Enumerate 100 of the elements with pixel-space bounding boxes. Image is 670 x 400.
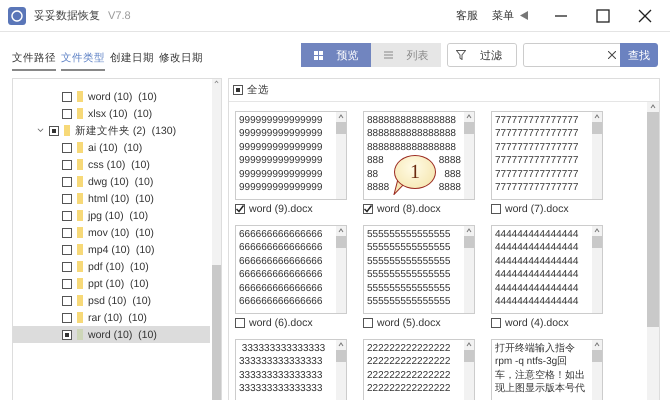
menu-link[interactable]: 菜单 — [492, 8, 514, 23]
checkbox[interactable] — [235, 318, 245, 328]
file-name[interactable]: word (7).docx — [505, 203, 569, 215]
checkbox[interactable] — [363, 318, 373, 328]
clear-icon[interactable] — [608, 51, 616, 59]
scrollbar[interactable] — [212, 79, 221, 400]
scrollbar[interactable] — [336, 340, 346, 400]
scrollbar-thumb[interactable] — [336, 350, 346, 362]
preview-text: 666666666666666 — [239, 295, 322, 308]
tree-label: word (10) (10) — [88, 328, 157, 340]
scrollbar[interactable] — [647, 102, 659, 400]
filter-tab[interactable]: 文件路径 — [12, 39, 56, 71]
tree-item[interactable]: mp4 (10) (10) — [13, 241, 210, 258]
preview-text: 777777777777777 — [495, 154, 578, 168]
scrollbar[interactable] — [464, 226, 474, 313]
checkbox[interactable] — [363, 204, 373, 214]
tree-label: mov (10) (10) — [88, 226, 154, 238]
scrollbar-thumb[interactable] — [592, 236, 602, 248]
preview-text: 555555555555555 — [367, 254, 450, 268]
tree-item[interactable]: rar (10) (10) — [13, 309, 210, 326]
tree-item[interactable]: mov (10) (10) — [13, 224, 210, 241]
scrollbar-thumb[interactable] — [592, 122, 602, 134]
preview-text: 333333333333333 — [239, 382, 322, 396]
file-name[interactable]: word (6).docx — [249, 317, 313, 329]
preview-text: 666666666666666 — [239, 282, 322, 296]
scrollbar[interactable] — [592, 226, 602, 313]
file-name[interactable]: word (8).docx — [377, 203, 441, 215]
scrollbar-thumb[interactable] — [464, 236, 474, 248]
folder-icon — [77, 108, 83, 119]
checkbox[interactable] — [62, 296, 72, 306]
scrollbar-thumb[interactable] — [647, 112, 659, 327]
checkbox[interactable] — [62, 278, 72, 288]
menu-link[interactable]: 客服 — [456, 8, 478, 23]
folder-icon — [77, 329, 83, 340]
checkbox[interactable] — [49, 126, 59, 136]
filter-tab[interactable]: 文件类型 — [61, 39, 105, 71]
scrollbar[interactable] — [336, 226, 346, 313]
preview-text: 555555555555555 — [367, 228, 450, 242]
scrollbar[interactable] — [464, 112, 474, 199]
search-field[interactable] — [523, 43, 620, 67]
tree-item[interactable]: 新建文件夹 (2) (130) — [13, 122, 210, 139]
file-name[interactable]: word (9).docx — [249, 203, 313, 215]
search-button[interactable]: 查找 — [620, 43, 658, 67]
tree-item[interactable]: css (10) (10) — [13, 156, 210, 173]
preview-text: 999999999999999 — [239, 181, 322, 194]
list-icon — [384, 51, 392, 59]
filter-tab[interactable]: 创建日期 — [110, 39, 154, 71]
checkbox[interactable] — [491, 318, 501, 328]
checkbox[interactable] — [233, 85, 243, 95]
tree-item[interactable]: psd (10) (10) — [13, 292, 210, 309]
checkbox[interactable] — [491, 204, 501, 214]
checkbox[interactable] — [62, 176, 72, 186]
scrollbar[interactable] — [592, 340, 602, 400]
preview-text: 999999999999999 — [239, 140, 322, 154]
checkbox[interactable] — [62, 312, 72, 322]
checkbox[interactable] — [62, 262, 72, 272]
tree-item[interactable]: dwg (10) (10) — [13, 173, 210, 190]
file-name[interactable]: word (5).docx — [377, 317, 441, 329]
scrollbar[interactable] — [336, 112, 346, 199]
tree-item[interactable]: ai (10) (10) — [13, 139, 210, 156]
triangle-icon[interactable] — [520, 11, 528, 20]
scrollbar-thumb[interactable] — [464, 350, 474, 362]
checkbox[interactable] — [235, 204, 245, 214]
checkbox[interactable] — [62, 228, 72, 238]
tree-item[interactable]: word (10) (10) — [13, 88, 210, 105]
checkbox[interactable] — [62, 210, 72, 220]
tree-label: css (10) (10) — [88, 158, 150, 170]
filter-tab[interactable]: 修改日期 — [159, 39, 203, 71]
tree-item[interactable]: jpg (10) (10) — [13, 207, 210, 224]
view-toggle-button[interactable]: 预览 — [301, 43, 371, 67]
checkbox[interactable] — [62, 160, 72, 170]
tree-label: 新建文件夹 (2) (130) — [75, 124, 176, 138]
checkbox[interactable] — [62, 142, 72, 152]
checkbox[interactable] — [62, 194, 72, 204]
checkbox[interactable] — [62, 92, 72, 102]
filter-button[interactable]: 过滤 — [447, 43, 517, 67]
tree-item[interactable]: xlsx (10) (10) — [13, 105, 210, 122]
scrollbar-thumb[interactable] — [336, 122, 346, 134]
scrollbar-thumb[interactable] — [464, 122, 474, 134]
folder-icon — [77, 142, 83, 153]
tree-item[interactable]: html (10) (10) — [13, 190, 210, 207]
tree-label: mp4 (10) (10) — [88, 244, 155, 256]
tree-label: xlsx (10) (10) — [88, 108, 152, 120]
checkbox[interactable] — [62, 330, 72, 340]
tree-item[interactable]: word (10) (10) — [13, 326, 210, 343]
maximize-icon[interactable] — [596, 8, 610, 22]
checkbox[interactable] — [62, 244, 72, 254]
chevron-icon[interactable] — [37, 127, 44, 134]
select-all-label[interactable]: 全选 — [247, 83, 269, 97]
scrollbar-thumb[interactable] — [592, 350, 602, 362]
scrollbar-thumb[interactable] — [336, 236, 346, 248]
checkbox[interactable] — [62, 108, 72, 118]
close-icon[interactable] — [638, 8, 652, 22]
tree-item[interactable]: ppt (10) (10) — [13, 275, 210, 292]
scrollbar-thumb[interactable] — [212, 265, 221, 400]
scrollbar[interactable] — [592, 112, 602, 199]
scrollbar[interactable] — [464, 340, 474, 400]
file-name[interactable]: word (4).docx — [505, 317, 569, 329]
app-logo-icon — [8, 6, 26, 24]
tree-item[interactable]: pdf (10) (10) — [13, 258, 210, 275]
